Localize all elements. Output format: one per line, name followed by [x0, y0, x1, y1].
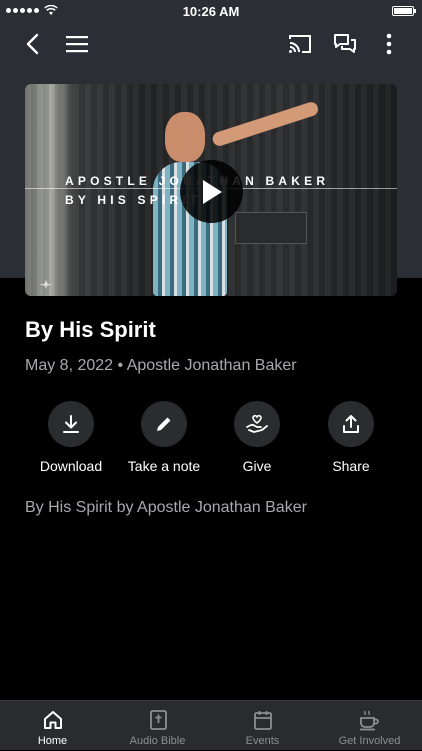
- share-button[interactable]: Share: [296, 401, 406, 474]
- back-button[interactable]: [16, 28, 48, 60]
- calendar-icon: [253, 711, 272, 730]
- chevron-left-icon: [26, 33, 39, 55]
- play-icon: [202, 179, 222, 204]
- status-time: 10:26 AM: [182, 4, 240, 19]
- cast-button[interactable]: [284, 28, 316, 60]
- more-vertical-icon: [386, 33, 392, 55]
- tab-events-label: Events: [245, 735, 280, 747]
- share-icon: [343, 415, 359, 433]
- cast-icon: [289, 35, 311, 53]
- tab-audio-bible[interactable]: Audio Bible: [105, 701, 210, 751]
- hamburger-menu-icon: [66, 36, 88, 53]
- tab-home-label: Home: [37, 735, 68, 747]
- menu-button[interactable]: [61, 28, 93, 60]
- church-logo-icon: [39, 280, 53, 289]
- tab-home[interactable]: Home: [0, 701, 105, 751]
- share-label: Share: [332, 458, 370, 474]
- tab-events[interactable]: Events: [210, 701, 315, 751]
- battery-icon: [392, 6, 416, 16]
- home-icon: [43, 711, 62, 729]
- tab-bar: Home Audio Bible Events Get Involved: [0, 700, 422, 750]
- download-icon: [63, 415, 79, 433]
- status-bar: 10:26 AM: [0, 0, 422, 22]
- video-player[interactable]: APOSTLE JONATHAN BAKER BY HIS SPIRIT: [25, 84, 397, 296]
- sermon-meta: May 8, 2022 • Apostle Jonathan Baker: [25, 357, 297, 375]
- coffee-cup-icon: [359, 710, 379, 731]
- bible-icon: [149, 710, 167, 730]
- meta-separator: •: [117, 357, 127, 374]
- sermon-description: By His Spirit by Apostle Jonathan Baker: [25, 499, 307, 516]
- heart-hand-icon: [246, 414, 268, 433]
- tab-get-involved-label: Get Involved: [338, 735, 401, 747]
- tab-get-involved[interactable]: Get Involved: [317, 701, 422, 751]
- more-options-button[interactable]: [373, 28, 405, 60]
- sermon-speaker: Apostle Jonathan Baker: [126, 357, 297, 374]
- sermon-title: By His Spirit: [25, 317, 156, 342]
- pencil-icon: [157, 417, 171, 431]
- tab-audio-bible-label: Audio Bible: [129, 735, 186, 747]
- chat-bubbles-icon: [334, 34, 356, 53]
- navigation-bar: [0, 22, 422, 66]
- play-button[interactable]: [180, 160, 243, 223]
- chat-button[interactable]: [329, 28, 361, 60]
- sermon-date: May 8, 2022: [25, 357, 114, 374]
